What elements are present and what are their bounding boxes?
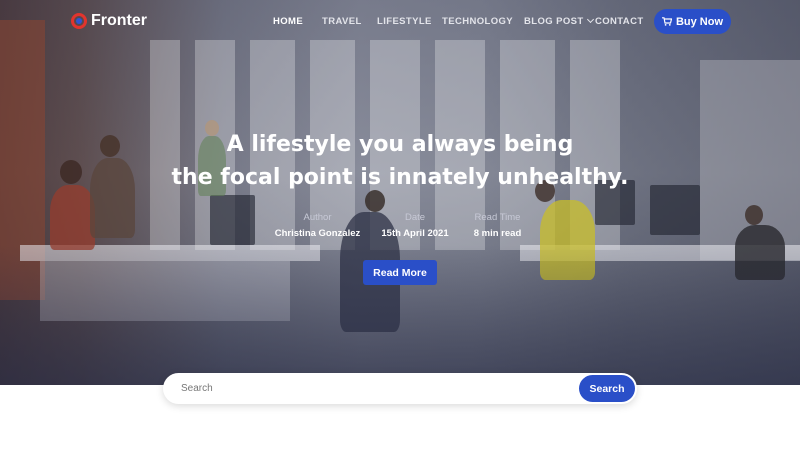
nav-item-contact[interactable]: CONTACT: [595, 16, 655, 27]
nav-item-blog-post[interactable]: BLOG POST: [524, 15, 595, 27]
search-bar: Search: [163, 373, 637, 404]
meta-author-label: Author: [303, 212, 332, 223]
meta-date-label: Date: [404, 212, 426, 223]
meta-read-time-value: 8 min read: [473, 228, 522, 239]
meta-author-value: Christina Gonzalez: [274, 228, 361, 239]
meta-read-time-label: Read Time: [474, 212, 521, 223]
logo-mark-icon: [71, 13, 87, 29]
buy-now-label: Buy Now: [675, 15, 724, 28]
nav-item-lifestyle[interactable]: LIFESTYLE: [377, 16, 442, 27]
hero-headline-line-2: the focal point is innately unhealthy.: [171, 165, 629, 190]
hero-section: Fronter HOME TRAVEL LIFESTYLE TECHNOLOGY…: [0, 0, 800, 385]
meta-date: Date 15th April 2021: [373, 212, 458, 239]
buy-now-button[interactable]: Buy Now: [654, 9, 731, 34]
meta-author: Author Christina Gonzalez: [263, 212, 373, 239]
meta-date-value: 15th April 2021: [381, 228, 449, 239]
cart-icon: [661, 17, 672, 26]
top-navigation: Fronter HOME TRAVEL LIFESTYLE TECHNOLOGY…: [0, 0, 800, 44]
main-menu: HOME TRAVEL LIFESTYLE TECHNOLOGY BLOG PO…: [273, 15, 655, 27]
post-meta: Author Christina Gonzalez Date 15th Apri…: [0, 212, 800, 239]
nav-item-travel[interactable]: TRAVEL: [322, 16, 377, 27]
nav-item-blog-post-label: BLOG POST: [524, 16, 584, 27]
hero-headline-line-1: A lifestyle you always being: [226, 132, 574, 157]
read-more-button[interactable]: Read More: [363, 260, 437, 285]
nav-item-home[interactable]: HOME: [273, 16, 322, 27]
search-input[interactable]: [181, 373, 571, 404]
brand-name: Fronter: [91, 12, 147, 29]
brand-logo[interactable]: Fronter: [71, 12, 147, 30]
search-button[interactable]: Search: [579, 375, 635, 402]
meta-read-time: Read Time 8 min read: [458, 212, 538, 239]
chevron-down-icon: [586, 15, 594, 24]
nav-item-technology[interactable]: TECHNOLOGY: [442, 16, 524, 27]
hero-headline: A lifestyle you always being the focal p…: [0, 128, 800, 194]
